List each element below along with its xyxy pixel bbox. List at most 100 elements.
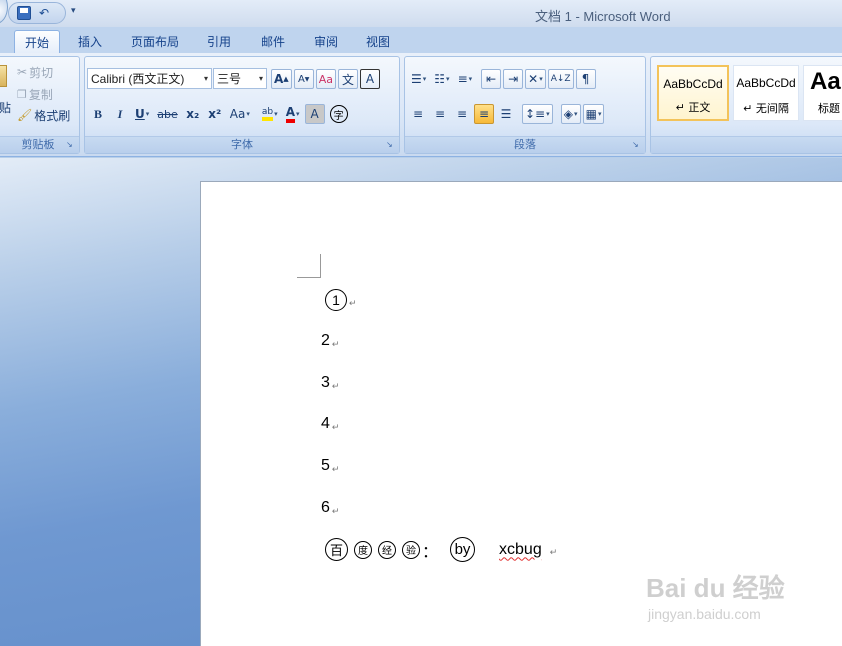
chevron-down-icon: ▾ — [258, 74, 263, 83]
brush-icon: 🖌 — [17, 108, 33, 122]
numbering-button[interactable]: ☷ ▾ — [431, 69, 452, 89]
list-item[interactable]: 2 ↵ — [321, 332, 339, 350]
align-center-button[interactable]: ≡ — [430, 104, 450, 124]
style-heading-sample: AaB — [810, 68, 842, 95]
font-launcher-icon[interactable]: ↘ — [386, 141, 395, 150]
font-color-button[interactable]: A ▾ — [283, 104, 303, 124]
highlight-button[interactable]: ab ▾ — [259, 104, 281, 124]
chinese-layout-button[interactable]: ✕ ▾ — [525, 69, 546, 89]
tab-review[interactable]: 审阅 — [306, 30, 346, 53]
align-left-icon: ≡ — [412, 107, 424, 121]
change-case-button[interactable]: Aa ▾ — [227, 104, 253, 124]
shading-button[interactable]: ◈ ▾ — [560, 104, 581, 124]
strikethrough-button[interactable]: abe — [154, 104, 181, 124]
paragraph-launcher-icon[interactable]: ↘ — [632, 141, 641, 150]
line-text: 5 — [321, 457, 330, 474]
list-item[interactable]: 5 ↵ — [321, 457, 339, 475]
list-item[interactable]: 1 ↵ — [325, 289, 357, 311]
font-group-label: 字体 — [85, 136, 399, 153]
paste-icon[interactable] — [0, 65, 7, 87]
increase-indent-icon: ⇥ — [508, 72, 519, 86]
shrink-font-icon: A — [297, 73, 305, 85]
colon: ： — [422, 543, 439, 561]
justify-button[interactable]: ≡ — [474, 104, 494, 124]
style-normal-name: ↵ 正文 — [675, 101, 711, 114]
line-text: 6 — [321, 499, 330, 516]
paint-bucket-icon: ◈ — [563, 107, 573, 121]
multilevel-list-button[interactable]: ≡ ▾ — [455, 69, 476, 89]
tab-references[interactable]: 引用 — [199, 30, 239, 53]
align-left-button[interactable]: ≡ — [408, 104, 428, 124]
tab-mailings[interactable]: 邮件 — [253, 30, 293, 53]
superscript-button[interactable]: x² — [205, 104, 225, 124]
strikethrough-icon: abe — [157, 107, 178, 121]
list-item[interactable]: 6 ↵ — [321, 499, 339, 517]
style-normal[interactable]: AaBbCcDd ↵ 正文 — [657, 65, 729, 121]
line-spacing-button[interactable]: ↕≡ ▾ — [522, 104, 553, 124]
grow-font-icon: A — [274, 72, 284, 86]
font-size-combo[interactable]: 三号 ▾ — [213, 68, 267, 89]
shrink-font-button[interactable]: A ▼ — [293, 69, 314, 89]
subscript-icon: x₂ — [186, 107, 200, 121]
customize-qat-dropdown[interactable]: ▾ — [71, 6, 76, 16]
numbered-list-icon: ☷ — [434, 72, 446, 86]
quick-access-toolbar: ↶ — [8, 2, 66, 24]
enclosed-characters-line[interactable]: 百 度 经 验 ： by xcbug ↵ — [325, 537, 557, 562]
subscript-button[interactable]: x₂ — [183, 104, 203, 124]
line-spacing-icon: ↕≡ — [525, 107, 546, 121]
borders-icon: ▦ — [585, 107, 597, 121]
list-item[interactable]: 3 ↵ — [321, 374, 339, 392]
tab-home[interactable]: 开始 — [14, 30, 60, 53]
underline-icon: U — [135, 107, 145, 121]
styles-group: AaBbCcDd ↵ 正文 AaBbCcDd ↵ 无间隔 AaB 标题 — [650, 56, 842, 154]
clipboard-launcher-icon[interactable]: ↘ — [66, 141, 75, 150]
tab-insert[interactable]: 插入 — [70, 30, 110, 53]
show-marks-button[interactable]: ¶ — [575, 69, 596, 89]
superscript-icon: x² — [208, 107, 222, 121]
style-heading[interactable]: AaB 标题 — [803, 65, 842, 121]
distributed-button[interactable]: ☰ — [496, 104, 516, 124]
save-icon[interactable] — [17, 6, 31, 20]
tab-page-layout[interactable]: 页面布局 — [124, 30, 186, 53]
tab-view[interactable]: 视图 — [358, 30, 398, 53]
decrease-indent-icon: ⇤ — [486, 72, 497, 86]
underline-button[interactable]: U ▾ — [132, 104, 152, 124]
grow-font-button[interactable]: A ▲ — [271, 69, 292, 89]
cut-button[interactable]: ✂ 剪切 — [17, 61, 53, 83]
ribbon: 贴 ✂ 剪切 ❐ 复制 🖌 格式刷 剪贴板 ↘ Calibri (西文正文) ▾… — [0, 53, 842, 157]
bold-button[interactable]: B — [88, 104, 108, 124]
char-border-button[interactable]: A — [359, 69, 380, 89]
paste-label[interactable]: 贴 — [0, 99, 11, 116]
enclose-characters-button[interactable]: 字 — [327, 104, 351, 124]
char-shading-button[interactable]: A — [304, 104, 325, 124]
decrease-indent-button[interactable]: ⇤ — [481, 69, 502, 89]
pilcrow-icon: ¶ — [581, 72, 590, 86]
undo-icon[interactable]: ↶ — [37, 6, 51, 20]
chinese-layout-icon: ✕ — [528, 72, 539, 86]
paragraph-group: ☰ ▾ ☷ ▾ ≡ ▾ ⇤ ⇥ ✕ ▾ A↓Z ¶ ≡ ≡ ≡ ≡ ☰ ↕≡ ▾ ◈ ▾ ▦… — [404, 56, 646, 154]
style-no-spacing[interactable]: AaBbCcDd ↵ 无间隔 — [733, 65, 799, 121]
office-button[interactable] — [0, 0, 8, 24]
phonetic-guide-button[interactable]: 文 — [337, 69, 358, 89]
font-color-icon: A — [285, 105, 295, 123]
clipboard-group: 贴 ✂ 剪切 ❐ 复制 🖌 格式刷 剪贴板 ↘ — [0, 56, 80, 154]
increase-indent-button[interactable]: ⇥ — [503, 69, 524, 89]
enclosed-char: 验 — [402, 540, 420, 559]
borders-button[interactable]: ▦ ▾ — [582, 104, 605, 124]
align-right-button[interactable]: ≡ — [452, 104, 472, 124]
italic-button[interactable]: I — [110, 104, 130, 124]
copy-button[interactable]: ❐ 复制 — [17, 83, 53, 105]
bullets-button[interactable]: ☰ ▾ — [408, 69, 429, 89]
list-item[interactable]: 4 ↵ — [321, 415, 339, 433]
paragraph-mark: ↵ — [349, 297, 357, 308]
clear-format-button[interactable]: Aa — [315, 69, 336, 89]
sort-button[interactable]: A↓Z — [547, 69, 574, 89]
watermark-logo: Bai du 经验 — [646, 573, 785, 603]
ribbon-tab-bar: 开始 插入 页面布局 引用 邮件 审阅 视图 — [0, 27, 842, 53]
eraser-icon: Aa — [318, 72, 333, 86]
format-painter-button[interactable]: 🖌 格式刷 — [17, 104, 70, 126]
font-name-combo[interactable]: Calibri (西文正文) ▾ — [87, 68, 212, 89]
enclose-characters-icon: 字 — [329, 105, 348, 123]
italic-icon: I — [117, 106, 123, 121]
enclosed-char: 经 — [378, 540, 396, 559]
